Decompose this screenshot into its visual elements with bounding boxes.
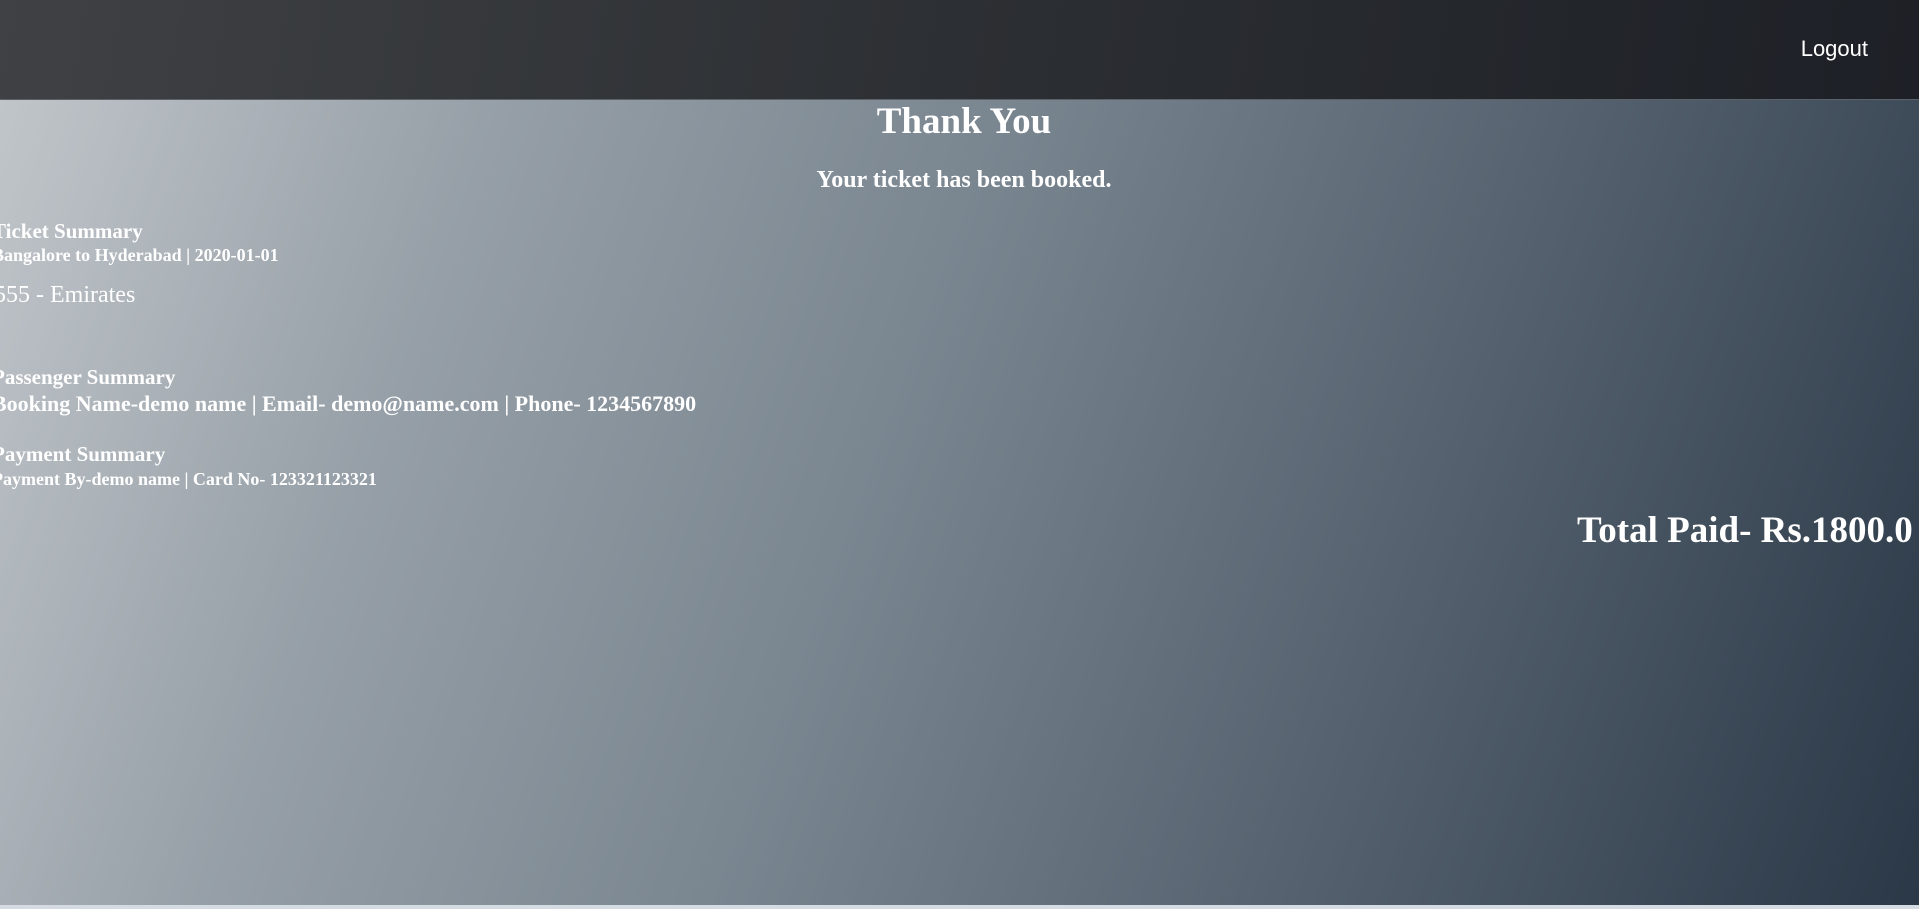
passenger-details: Booking Name-demo name | Email- demo@nam… <box>0 391 697 416</box>
passenger-summary-heading: Passenger Summary <box>0 365 176 389</box>
page-title: Thank You <box>876 101 1052 142</box>
confirmation-panel: Thank You Your ticket has been booked. T… <box>0 100 1919 905</box>
payment-summary-heading: Payment Summary <box>0 442 166 466</box>
ticket-summary-heading: Ticket Summary <box>0 219 143 243</box>
booking-confirmation-message: Your ticket has been booked. <box>816 167 1112 193</box>
flight-info: 555 - Emirates <box>0 282 136 308</box>
ticket-route: Bangalore to Hyderabad | 2020-01-01 <box>0 245 279 265</box>
bottom-divider <box>0 905 1919 909</box>
payment-details: Payment By-demo name | Card No- 12332112… <box>0 469 377 489</box>
logout-link[interactable]: Logout <box>1801 36 1868 62</box>
total-paid: Total Paid- Rs.1800.0 <box>1577 510 1913 551</box>
top-navbar: Logout <box>0 0 1919 100</box>
